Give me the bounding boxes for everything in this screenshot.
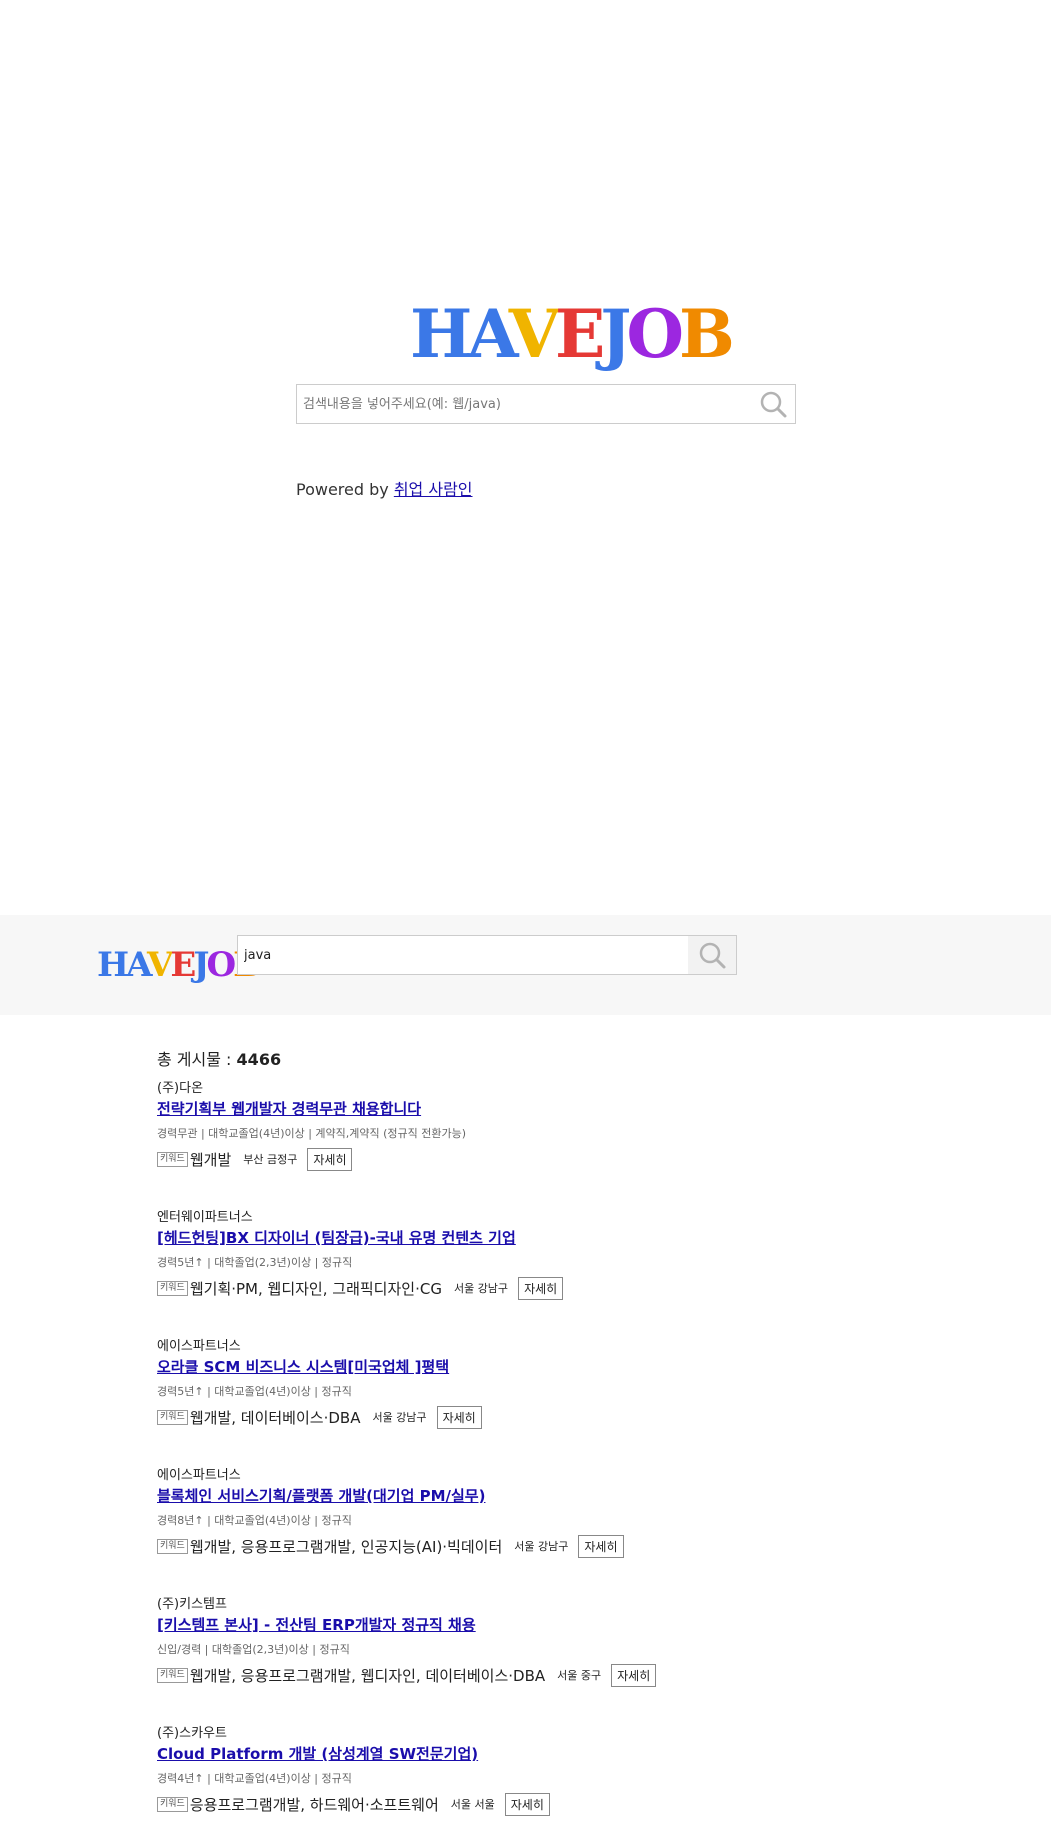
job-title-link[interactable]: [헤드헌팅]BX 디자이너 (팀장급)-국내 유명 컨텐츠 기업 bbox=[157, 1227, 1007, 1249]
job-tags: 키워드 응용프로그램개발, 하드웨어·소프트웨어 서울 서울 자세히 bbox=[157, 1791, 1007, 1817]
job-listing: (주)스카우트 Cloud Platform 개발 (삼성계열 SW전문기업) 경력… bbox=[157, 1725, 1007, 1817]
job-location: 서울 중구 bbox=[557, 1669, 602, 1682]
detail-button[interactable]: 자세히 bbox=[611, 1663, 657, 1687]
company-name: (주)스카우트 bbox=[157, 1726, 227, 1741]
logo-letter: O bbox=[626, 295, 684, 373]
search-icon[interactable] bbox=[751, 385, 795, 423]
havejob-logo-small[interactable]: HAVEJOB bbox=[97, 945, 262, 985]
job-meta: 경력5년↑ | 대학졸업(2,3년)이상 | 정규직 bbox=[157, 1256, 353, 1269]
job-keywords: 웹개발, 응용프로그램개발, 웹디자인, 데이터베이스·DBA bbox=[189, 1666, 546, 1685]
landing-page: HAVEJOB Powered by 취업 사람인 bbox=[0, 0, 1051, 915]
job-title-link[interactable]: Cloud Platform 개발 (삼성계열 SW전문기업) bbox=[157, 1743, 1007, 1765]
job-title-link[interactable]: 전략기획부 웹개발자 경력무관 채용합니다 bbox=[157, 1098, 1007, 1120]
detail-button[interactable]: 자세히 bbox=[307, 1147, 353, 1171]
logo-letter: H bbox=[97, 945, 129, 985]
logo-letter: A bbox=[126, 945, 150, 985]
job-tags: 키워드 웹개발, 응용프로그램개발, 웹디자인, 데이터베이스·DBA 서울 중구 자… bbox=[157, 1662, 1007, 1688]
job-keywords: 응용프로그램개발, 하드웨어·소프트웨어 bbox=[189, 1795, 439, 1814]
keyword-badge: 키워드 bbox=[157, 1538, 188, 1554]
job-location: 서울 강남구 bbox=[453, 1282, 509, 1295]
job-listing: 에이스파트너스블록체인 서비스기획/플랫폼 개발(대기업 PM/실무) 경력8년↑… bbox=[157, 1467, 1007, 1559]
keyword-badge: 키워드 bbox=[157, 1280, 188, 1296]
total-label: 총 게시물 : bbox=[157, 1050, 232, 1069]
total-count: 4466 bbox=[236, 1050, 282, 1069]
landing-search-box bbox=[296, 384, 796, 424]
job-listing: (주)키스템프 [키스템프 본사] - 전산팀 ERP개발자 정규직 채용신입/경… bbox=[157, 1596, 1007, 1688]
keyword-badge: 키워드 bbox=[157, 1409, 188, 1425]
logo-letter: E bbox=[554, 295, 605, 373]
powered-by: Powered by 취업 사람인 bbox=[296, 476, 473, 500]
job-title-link[interactable]: 블록체인 서비스기획/플랫폼 개발(대기업 PM/실무) bbox=[157, 1485, 1007, 1507]
logo-letter: A bbox=[467, 295, 513, 373]
logo-letter: O bbox=[206, 945, 236, 985]
keyword-badge: 키워드 bbox=[157, 1796, 188, 1812]
detail-button[interactable]: 자세히 bbox=[518, 1276, 564, 1300]
detail-button[interactable]: 자세히 bbox=[578, 1534, 624, 1558]
saramin-link[interactable]: 취업 사람인 bbox=[394, 480, 473, 499]
company-name: 에이스파트너스 bbox=[157, 1468, 241, 1483]
logo-letter: B bbox=[679, 295, 735, 373]
header-search-box bbox=[237, 935, 737, 975]
powered-by-label: Powered by bbox=[296, 480, 389, 499]
keyword-badge: 키워드 bbox=[157, 1667, 188, 1683]
detail-button[interactable]: 자세히 bbox=[504, 1792, 550, 1816]
logo-letter: J bbox=[600, 295, 631, 373]
company-name: (주)키스템프 bbox=[157, 1597, 227, 1612]
job-listing: 엔터웨이파트너스 [헤드헌팅]BX 디자이너 (팀장급)-국내 유명 컨텐츠 기업… bbox=[157, 1209, 1007, 1301]
job-tags: 키워드 웹개발 부산 금정구 자세히 bbox=[157, 1146, 1007, 1172]
job-meta: 신입/경력 | 대학졸업(2,3년)이상 | 정규직 bbox=[157, 1643, 350, 1656]
job-listing: 에이스파트너스오라클 SCM 비즈니스 시스템[미국업체 ]평택경력5년↑ | … bbox=[157, 1338, 1007, 1430]
job-listing: (주)다온전략기획부 웹개발자 경력무관 채용합니다경력무관 | 대학교졸업(4… bbox=[157, 1080, 1007, 1172]
job-meta: 경력무관 | 대학교졸업(4년)이상 | 계약직,계약직 (정규직 전환가능) bbox=[157, 1127, 467, 1140]
job-location: 부산 금정구 bbox=[243, 1153, 298, 1166]
job-meta: 경력4년↑ | 대학교졸업(4년)이상 | 정규직 bbox=[157, 1772, 352, 1785]
company-name: 에이스파트너스 bbox=[157, 1339, 241, 1354]
company-name: (주)다온 bbox=[157, 1081, 204, 1096]
havejob-logo[interactable]: HAVEJOB bbox=[410, 294, 735, 374]
job-tags: 키워드 웹기획·PM, 웹디자인, 그래픽디자인·CG 서울 강남구 자세히 bbox=[157, 1275, 1007, 1301]
logo-letter: V bbox=[147, 945, 173, 985]
job-meta: 경력5년↑ | 대학교졸업(4년)이상 | 정규직 bbox=[157, 1385, 352, 1398]
job-meta: 경력8년↑ | 대학교졸업(4년)이상 | 정규직 bbox=[157, 1514, 352, 1527]
logo-letter: V bbox=[508, 295, 560, 373]
job-location: 서울 강남구 bbox=[514, 1540, 569, 1553]
job-keywords: 웹개발, 응용프로그램개발, 인공지능(AI)·빅데이터 bbox=[189, 1537, 503, 1556]
job-tags: 키워드 웹개발, 응용프로그램개발, 인공지능(AI)·빅데이터 서울 강남구 자세히 bbox=[157, 1533, 1007, 1559]
results-header: HAVEJOB bbox=[0, 915, 1051, 1015]
total-posts: 총 게시물 : 4466 bbox=[157, 1046, 281, 1070]
logo-letter: H bbox=[410, 295, 472, 373]
header-search-input[interactable] bbox=[238, 936, 700, 974]
search-icon[interactable] bbox=[688, 936, 736, 974]
detail-button[interactable]: 자세히 bbox=[436, 1405, 482, 1429]
job-keywords: 웹개발 bbox=[189, 1150, 232, 1169]
job-keywords: 웹기획·PM, 웹디자인, 그래픽디자인·CG bbox=[189, 1279, 442, 1298]
job-tags: 키워드 웹개발, 데이터베이스·DBA 서울 강남구 자세히 bbox=[157, 1404, 1007, 1430]
landing-search-input[interactable] bbox=[297, 385, 749, 423]
keyword-badge: 키워드 bbox=[157, 1151, 188, 1167]
logo-letter: E bbox=[170, 945, 196, 985]
company-name: 엔터웨이파트너스 bbox=[157, 1210, 253, 1225]
job-location: 서울 강남구 bbox=[372, 1411, 427, 1424]
job-title-link[interactable]: [키스템프 본사] - 전산팀 ERP개발자 정규직 채용 bbox=[157, 1614, 1007, 1636]
logo-letter: J bbox=[193, 945, 209, 985]
job-keywords: 웹개발, 데이터베이스·DBA bbox=[189, 1408, 361, 1427]
job-title-link[interactable]: 오라클 SCM 비즈니스 시스템[미국업체 ]평택 bbox=[157, 1356, 1007, 1378]
job-location: 서울 서울 bbox=[450, 1798, 495, 1811]
